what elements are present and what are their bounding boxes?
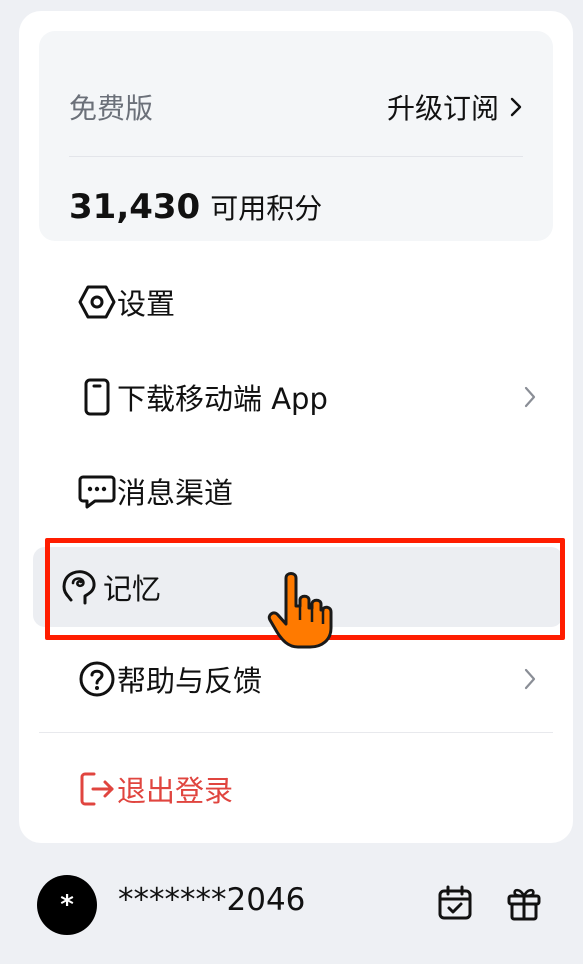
- chevron-right-icon: [524, 668, 536, 690]
- calendar-check-icon[interactable]: [436, 884, 474, 922]
- logout-icon: [80, 772, 114, 806]
- hexagon-settings-icon: [78, 285, 116, 319]
- plan-divider: [69, 156, 523, 157]
- upgrade-subscription-link[interactable]: 升级订阅: [387, 87, 523, 127]
- mobile-phone-icon: [84, 378, 110, 416]
- brain-memory-icon: [62, 570, 96, 605]
- avatar[interactable]: *: [37, 875, 97, 935]
- credits-value: 31,430: [69, 187, 201, 227]
- username: *******2046: [118, 882, 306, 918]
- menu-item-label: 消息渠道: [117, 476, 234, 510]
- credits-row: 31,430 可用积分: [69, 187, 322, 227]
- menu-item-label: 记忆: [103, 572, 162, 606]
- account-menu-panel: 免费版 升级订阅 31,430 可用积分 设置 下载移动端 App 消息渠道 记…: [19, 11, 573, 843]
- menu-item-logout[interactable]: 退出登录: [39, 749, 553, 829]
- menu-item-download-app[interactable]: 下载移动端 App: [39, 357, 553, 437]
- chevron-right-icon: [510, 97, 522, 117]
- menu-item-settings[interactable]: 设置: [39, 262, 553, 342]
- plan-name: 免费版: [69, 92, 154, 125]
- menu-item-message-channels[interactable]: 消息渠道: [39, 451, 553, 531]
- gift-icon[interactable]: [505, 884, 543, 922]
- menu-divider: [39, 732, 553, 733]
- hand-pointer-cursor-icon: [267, 572, 333, 649]
- question-circle-icon: [79, 661, 115, 697]
- menu-item-label: 帮助与反馈: [117, 664, 263, 698]
- menu-item-help-feedback[interactable]: 帮助与反馈: [39, 639, 553, 719]
- chat-bubble-icon: [78, 475, 116, 509]
- plan-summary-card: 免费版 升级订阅 31,430 可用积分: [39, 31, 553, 241]
- logout-label: 退出登录: [117, 774, 234, 808]
- upgrade-label: 升级订阅: [386, 92, 499, 125]
- chevron-right-icon: [524, 386, 536, 408]
- credits-label: 可用积分: [210, 192, 323, 225]
- menu-item-label: 设置: [117, 287, 176, 321]
- menu-item-label: 下载移动端 App: [117, 382, 328, 416]
